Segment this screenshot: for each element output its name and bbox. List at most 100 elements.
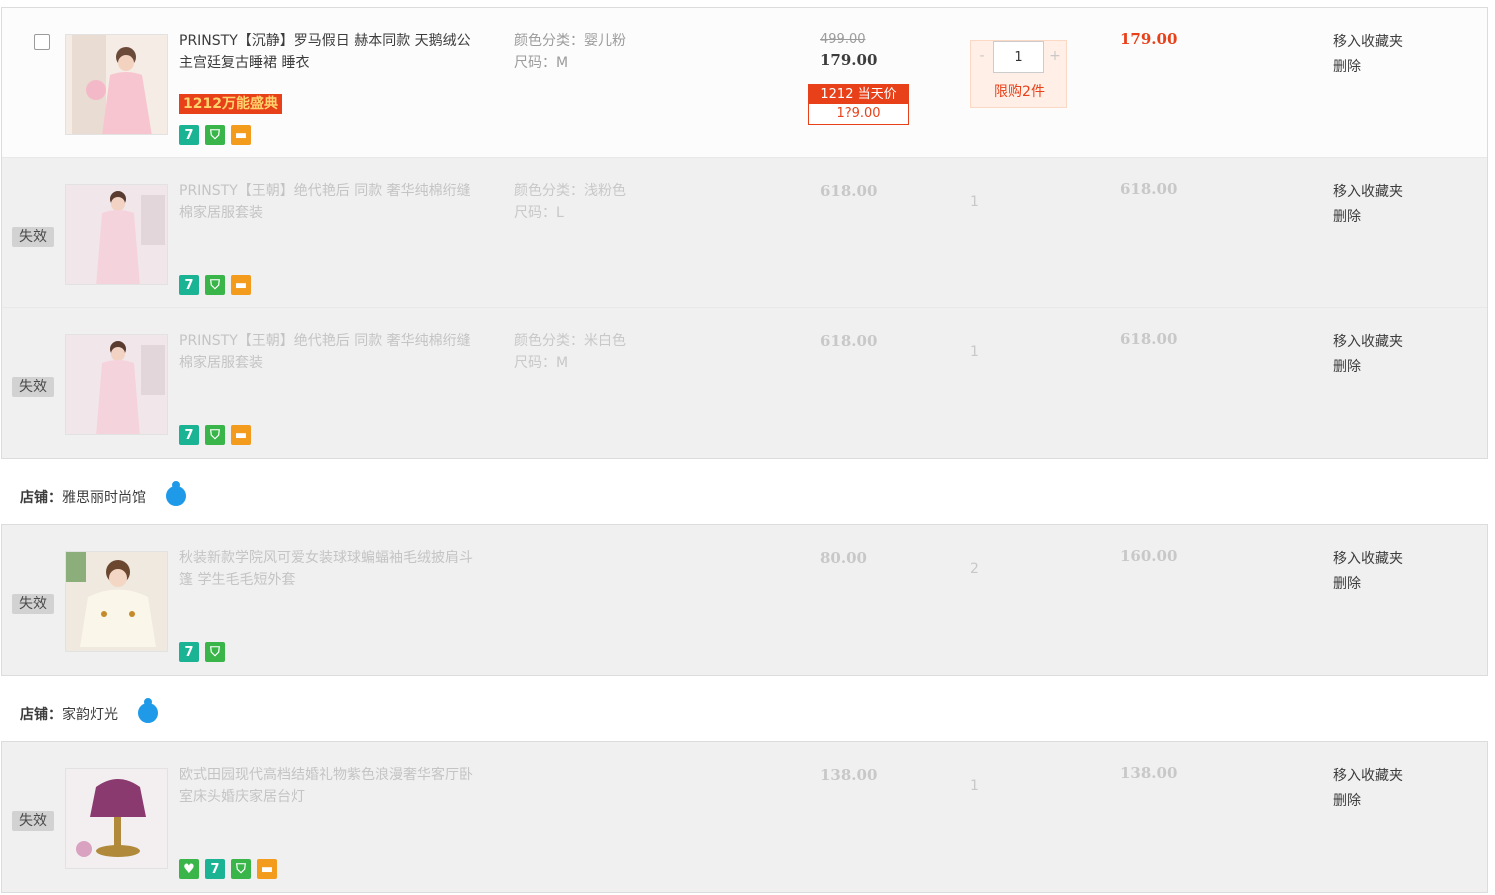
cart-group: PRINSTY【沉静】罗马假日 赫本同款 天鹅绒公主宫廷复古睡裙 睡衣 1212… [1, 7, 1488, 459]
original-price: 499.00 [820, 32, 866, 47]
quantity: 1 [970, 778, 979, 794]
delete-link[interactable]: 删除 [1333, 789, 1403, 814]
size-option: 尺码：L [514, 205, 564, 221]
cart-list: PRINSTY【沉静】罗马假日 赫本同款 天鹅绒公主宫廷复古睡裙 睡衣 1212… [0, 0, 1495, 895]
item-subtotal: 138.00 [1120, 764, 1178, 782]
item-properties: 颜色分类：婴儿粉 尺码：M [514, 30, 626, 74]
product-image[interactable] [65, 551, 168, 652]
credit-card-icon[interactable]: ▬ [231, 425, 251, 445]
seven-day-return-icon[interactable]: 7 [179, 275, 199, 295]
credit-card-icon[interactable]: ▬ [231, 275, 251, 295]
invalid-tag: 失效 [12, 227, 54, 247]
item-subtotal: 618.00 [1120, 330, 1178, 348]
invalid-tag: 失效 [12, 594, 54, 614]
unit-price: 618.00 [820, 332, 878, 350]
item-subtotal: 179.00 [1120, 30, 1178, 48]
product-image[interactable] [65, 184, 168, 285]
item-properties: 颜色分类：浅粉色 尺码：L [514, 180, 626, 224]
heart-badge-icon[interactable]: ♥ [179, 859, 199, 879]
item-operations: 移入收藏夹 删除 [1333, 547, 1403, 597]
deal-price: 1?9.00 [809, 104, 908, 124]
item-operations: 移入收藏夹 删除 [1333, 180, 1403, 230]
cart-item: 失效 PRINSTY【王朝】绝代艳后 同款 奢华纯棉绗缝棉家居服套装 7 ⛉ ▬… [2, 308, 1487, 458]
shop-label: 店铺： [20, 707, 62, 723]
shop-name[interactable]: 家韵灯光 [62, 703, 118, 727]
consumer-protection-icon[interactable]: ⛉ [205, 125, 225, 145]
consumer-protection-icon[interactable]: ⛉ [231, 859, 251, 879]
move-to-favorites-link[interactable]: 移入收藏夹 [1333, 547, 1403, 572]
item-subtotal: 160.00 [1120, 547, 1178, 565]
qty-input[interactable] [993, 41, 1044, 73]
product-title[interactable]: PRINSTY【王朝】绝代艳后 同款 奢华纯棉绗缝棉家居服套装 [179, 180, 479, 224]
product-image[interactable] [65, 768, 168, 869]
wangwang-chat-icon[interactable] [138, 703, 158, 723]
item-properties: 颜色分类：米白色 尺码：M [514, 330, 626, 374]
delete-link[interactable]: 删除 [1333, 572, 1403, 597]
cart-group: 失效 秋装新款学院风可爱女装球球蝙蝠袖毛绒披肩斗篷 学生毛毛短外套 7 ⛉ 80… [1, 524, 1488, 676]
shop-name[interactable]: 雅思丽时尚馆 [62, 486, 146, 510]
item-operations: 移入收藏夹 删除 [1333, 330, 1403, 380]
wangwang-chat-icon[interactable] [166, 486, 186, 506]
delete-link[interactable]: 删除 [1333, 205, 1403, 230]
size-option: 尺码：M [514, 55, 569, 71]
product-title[interactable]: 秋装新款学院风可爱女装球球蝙蝠袖毛绒披肩斗篷 学生毛毛短外套 [179, 547, 479, 591]
unit-price: 179.00 [820, 51, 878, 69]
product-title[interactable]: PRINSTY【沉静】罗马假日 赫本同款 天鹅绒公主宫廷复古睡裙 睡衣 [179, 30, 479, 74]
shop-header: 店铺： 雅思丽时尚馆 [20, 486, 186, 510]
service-badges: 7 ⛉ ▬ [179, 275, 251, 295]
product-image[interactable] [65, 334, 168, 435]
credit-card-icon[interactable]: ▬ [231, 125, 251, 145]
service-badges: 7 ⛉ ▬ [179, 125, 251, 145]
seven-day-return-icon[interactable]: 7 [179, 125, 199, 145]
shop-header: 店铺： 家韵灯光 [20, 703, 158, 727]
move-to-favorites-link[interactable]: 移入收藏夹 [1333, 180, 1403, 205]
invalid-tag: 失效 [12, 811, 54, 831]
consumer-protection-icon[interactable]: ⛉ [205, 275, 225, 295]
item-subtotal: 618.00 [1120, 180, 1178, 198]
size-option: 尺码：M [514, 355, 569, 371]
product-title[interactable]: PRINSTY【王朝】绝代艳后 同款 奢华纯棉绗缝棉家居服套装 [179, 330, 479, 374]
invalid-tag: 失效 [12, 377, 54, 397]
color-option: 颜色分类：婴儿粉 [514, 33, 626, 49]
quantity: 1 [970, 194, 979, 210]
cart-group: 失效 欧式田园现代高档结婚礼物紫色浪漫奢华客厅卧室床头婚庆家居台灯 ♥ 7 ⛉ … [1, 741, 1488, 893]
move-to-favorites-link[interactable]: 移入收藏夹 [1333, 330, 1403, 355]
consumer-protection-icon[interactable]: ⛉ [205, 425, 225, 445]
service-badges: 7 ⛉ [179, 642, 225, 662]
move-to-favorites-link[interactable]: 移入收藏夹 [1333, 30, 1403, 55]
item-operations: 移入收藏夹 删除 [1333, 764, 1403, 814]
cart-item: 失效 欧式田园现代高档结婚礼物紫色浪漫奢华客厅卧室床头婚庆家居台灯 ♥ 7 ⛉ … [2, 742, 1487, 892]
unit-price: 618.00 [820, 182, 878, 200]
deal-price-box: 1212 当天价 1?9.00 [808, 84, 909, 125]
quantity: 2 [970, 561, 979, 577]
seven-day-return-icon[interactable]: 7 [179, 642, 199, 662]
delete-link[interactable]: 删除 [1333, 355, 1403, 380]
unit-price: 80.00 [820, 549, 867, 567]
seven-day-return-icon[interactable]: 7 [179, 425, 199, 445]
seven-day-plus-icon[interactable]: 7 [205, 859, 225, 879]
shop-label: 店铺： [20, 490, 62, 506]
item-operations: 移入收藏夹 删除 [1333, 30, 1403, 80]
cart-item: 失效 秋装新款学院风可爱女装球球蝙蝠袖毛绒披肩斗篷 学生毛毛短外套 7 ⛉ 80… [2, 525, 1487, 675]
service-badges: 7 ⛉ ▬ [179, 425, 251, 445]
cart-item: 失效 PRINSTY【王朝】绝代艳后 同款 奢华纯棉绗缝棉家居服套装 7 ⛉ ▬… [2, 158, 1487, 308]
quantity: 1 [970, 344, 979, 360]
qty-minus-button[interactable]: - [971, 41, 993, 73]
consumer-protection-icon[interactable]: ⛉ [205, 642, 225, 662]
credit-card-icon[interactable]: ▬ [257, 859, 277, 879]
promo-banner: 1212万能盛典 [179, 94, 282, 114]
delete-link[interactable]: 删除 [1333, 55, 1403, 80]
quantity-stepper: - + 限购2件 [970, 40, 1067, 108]
move-to-favorites-link[interactable]: 移入收藏夹 [1333, 764, 1403, 789]
item-checkbox[interactable] [34, 34, 50, 50]
unit-price: 138.00 [820, 766, 878, 784]
product-image[interactable] [65, 34, 168, 135]
cart-item: PRINSTY【沉静】罗马假日 赫本同款 天鹅绒公主宫廷复古睡裙 睡衣 1212… [2, 8, 1487, 158]
purchase-limit: 限购2件 [994, 84, 1045, 100]
color-option: 颜色分类：浅粉色 [514, 183, 626, 199]
service-badges: ♥ 7 ⛉ ▬ [179, 859, 277, 879]
qty-plus-button[interactable]: + [1044, 41, 1066, 73]
product-title[interactable]: 欧式田园现代高档结婚礼物紫色浪漫奢华客厅卧室床头婚庆家居台灯 [179, 764, 479, 808]
deal-label: 1212 当天价 [809, 85, 908, 104]
color-option: 颜色分类：米白色 [514, 333, 626, 349]
